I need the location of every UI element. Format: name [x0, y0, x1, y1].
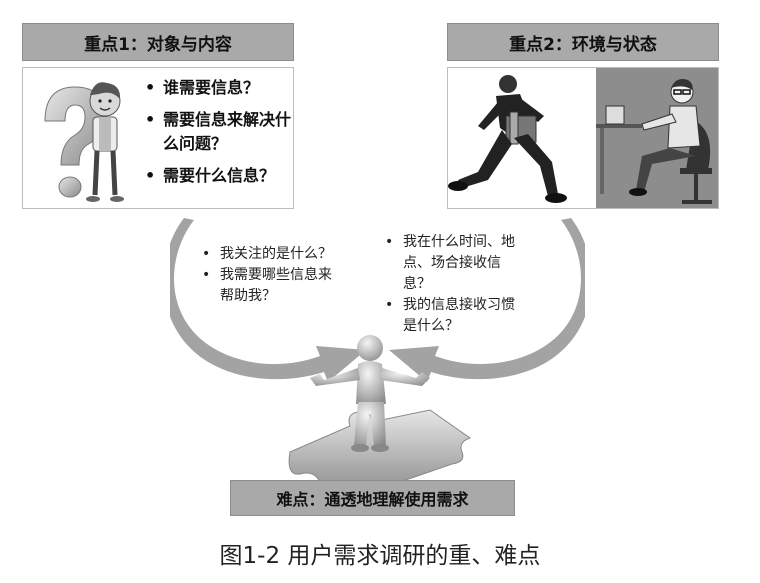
puzzle-figure-icon	[288, 335, 472, 483]
header-focus-1-label: 重点1：对象与内容	[84, 34, 232, 55]
figure-caption: 图1-2 用户需求调研的重、难点	[219, 543, 541, 569]
left-callout-list: 我关注的是什么？ 我需要哪些信息来帮助我？	[198, 244, 333, 307]
callout-item: 我在什么时间、地点、场合接收信息？	[381, 232, 521, 295]
question-item: 需要信息来解决什么问题？	[141, 108, 291, 156]
difficulty-label: 难点：通透地理解使用需求	[230, 480, 515, 516]
right-callout-list: 我在什么时间、地点、场合接收信息？ 我的信息接收习惯是什么？	[381, 232, 521, 337]
person-at-desk-icon	[596, 79, 712, 204]
panel-object-content: 谁需要信息？ 需要信息来解决什么问题？ 需要什么信息？	[22, 67, 294, 209]
question-item: 需要什么信息？	[141, 164, 291, 188]
callout-item: 我需要哪些信息来帮助我？	[198, 265, 333, 307]
panel-environment-state	[447, 67, 719, 209]
running-businessman-icon	[448, 75, 567, 203]
callout-item: 我的信息接收习惯是什么？	[381, 295, 521, 337]
header-focus-1: 重点1：对象与内容	[22, 23, 294, 61]
difficulty-label-text: 难点：通透地理解使用需求	[276, 490, 469, 509]
header-focus-2: 重点2：环境与状态	[447, 23, 719, 61]
callout-item: 我关注的是什么？	[198, 244, 333, 265]
header-focus-2-label: 重点2：环境与状态	[509, 34, 657, 55]
question-mark-person-icon	[44, 82, 124, 202]
question-list: 谁需要信息？ 需要信息来解决什么问题？ 需要什么信息？	[141, 76, 291, 196]
question-item: 谁需要信息？	[141, 76, 291, 100]
